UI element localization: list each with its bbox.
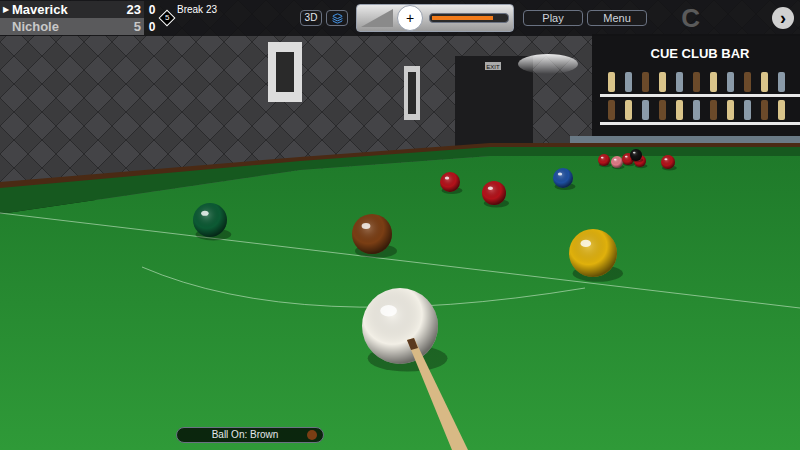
view-toggle[interactable]: 3D: [300, 10, 322, 26]
best-of-badge: 5: [159, 10, 176, 27]
ball[interactable]: [630, 149, 644, 162]
power-fill: [432, 16, 493, 20]
bar-sign: CUE CLUB BAR: [651, 46, 751, 61]
wall-frame: [268, 42, 302, 102]
elevation-icon[interactable]: [357, 5, 397, 31]
player-frames: 0: [144, 1, 160, 18]
table-scene[interactable]: EXIT CUE CLUB BAR: [0, 0, 800, 450]
bottle: [659, 72, 666, 92]
bottle: [727, 72, 734, 92]
power-meter[interactable]: [429, 13, 509, 23]
menu-button[interactable]: Menu: [587, 10, 647, 26]
cue-stick[interactable]: [407, 338, 468, 450]
ball[interactable]: [482, 181, 509, 207]
bottle: [761, 100, 768, 120]
ball[interactable]: [598, 154, 612, 167]
next-button[interactable]: ›: [772, 7, 794, 29]
bottle: [778, 72, 785, 92]
spin-ball[interactable]: +: [397, 5, 423, 31]
camera-button[interactable]: [326, 10, 348, 26]
bottle: [642, 72, 649, 92]
ball[interactable]: [553, 168, 576, 190]
bottle: [659, 100, 666, 120]
bottle: [625, 100, 632, 120]
ball[interactable]: [440, 172, 463, 194]
bottle: [710, 100, 717, 120]
top-bar: ▶Maverick230Nichole505Break 233D+PlayMen…: [0, 0, 800, 36]
scoreboard-section: ▶Maverick230Nichole505Break 23: [0, 1, 300, 35]
game-screen: EXITCUE CLUB BAR▶Maverick230Nichole505Br…: [0, 0, 800, 450]
bottle: [693, 72, 700, 92]
d-line: [142, 267, 585, 307]
ball[interactable]: [193, 203, 231, 240]
player-row: Nichole50: [0, 18, 160, 35]
player-name: Nichole: [12, 20, 118, 33]
bottle: [778, 100, 785, 120]
ball[interactable]: [569, 229, 623, 282]
doorway: [455, 56, 533, 156]
ball[interactable]: [661, 155, 677, 170]
player-score: 5: [118, 20, 144, 33]
bar-shelf: [592, 34, 800, 144]
cloth: [0, 156, 800, 450]
bottle: [693, 100, 700, 120]
active-marker: ▶: [0, 4, 12, 16]
bottle: [710, 72, 717, 92]
bottle: [676, 100, 683, 120]
player-score: 23: [118, 3, 144, 16]
ball[interactable]: [362, 288, 448, 372]
break-label: Break 23: [177, 2, 217, 17]
scoreboard: ▶Maverick230Nichole50: [0, 1, 160, 35]
player-frames: 0: [144, 18, 160, 35]
wall-frame: [404, 66, 420, 120]
bottle: [608, 100, 615, 120]
ball[interactable]: [352, 214, 397, 258]
bottle: [676, 72, 683, 92]
exit-sign: EXIT: [486, 64, 500, 70]
shot-widget: +: [356, 4, 514, 32]
bottle: [744, 100, 751, 120]
menu-button[interactable]: Play: [523, 10, 583, 26]
bottle: [625, 72, 632, 92]
ball-on-label: Ball On: Brown: [212, 430, 279, 440]
layers-icon: [332, 13, 343, 24]
bottle: [642, 100, 649, 120]
bottle: [744, 72, 751, 92]
ball-on-icon: [307, 430, 317, 440]
bottle: [761, 72, 768, 92]
game-logo: C: [681, 5, 700, 31]
bottle: [727, 100, 734, 120]
player-row: ▶Maverick230: [0, 1, 160, 18]
bottle: [608, 72, 615, 92]
ball-on-indicator: Ball On: Brown: [176, 427, 324, 443]
player-name: Maverick: [12, 3, 118, 16]
